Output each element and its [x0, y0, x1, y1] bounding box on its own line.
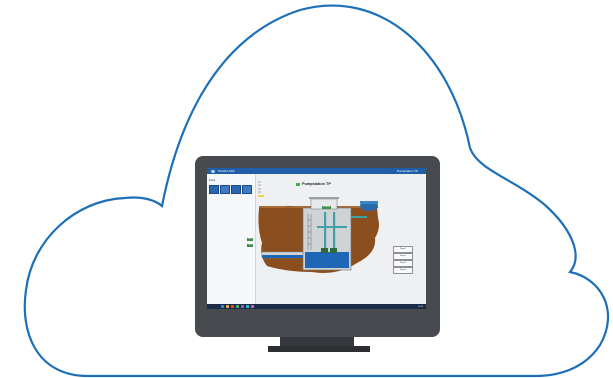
pump-icon[interactable] — [330, 248, 337, 253]
level-tag: Level — [247, 244, 254, 247]
pump-3-button[interactable]: Pump 3 — [393, 260, 413, 267]
monitor-screen: SCADA HMI Pumpstation TP Pump Pumpstatio… — [207, 168, 426, 309]
flow-tag: Flow — [247, 238, 253, 241]
taskbar: 12:00 — [207, 304, 426, 309]
inflow-water — [262, 255, 304, 258]
app-icon[interactable] — [246, 305, 249, 308]
riser-pipe — [333, 212, 336, 248]
roof — [309, 197, 339, 199]
taskbar-icons — [221, 305, 254, 308]
tank-lid — [360, 201, 378, 204]
app-icon[interactable] — [236, 305, 239, 308]
outflow-pipe — [351, 216, 367, 218]
clock: 12:00 — [417, 305, 423, 308]
pump-icon[interactable] — [321, 248, 328, 253]
header-pipe — [317, 226, 347, 228]
well-water — [305, 252, 349, 268]
pump-station-diagram — [258, 197, 379, 273]
illustration: SCADA HMI Pumpstation TP Pump Pumpstatio… — [0, 0, 613, 378]
level-label: Level — [287, 206, 292, 208]
riser-pipe — [324, 212, 327, 248]
app-icon[interactable] — [251, 305, 254, 308]
app-icon[interactable] — [241, 305, 244, 308]
pump-2-button[interactable]: Pump 2 — [393, 253, 413, 260]
running-tag: Running — [322, 206, 331, 209]
app-icon[interactable] — [226, 305, 229, 308]
monitor-stand — [268, 346, 370, 352]
app-icon[interactable] — [221, 305, 224, 308]
monitor-neck — [280, 337, 354, 346]
app-icon[interactable] — [231, 305, 234, 308]
pump-4-button[interactable]: Pump 4 — [393, 267, 413, 274]
pump-1-button[interactable]: Pump 1 — [393, 246, 413, 253]
